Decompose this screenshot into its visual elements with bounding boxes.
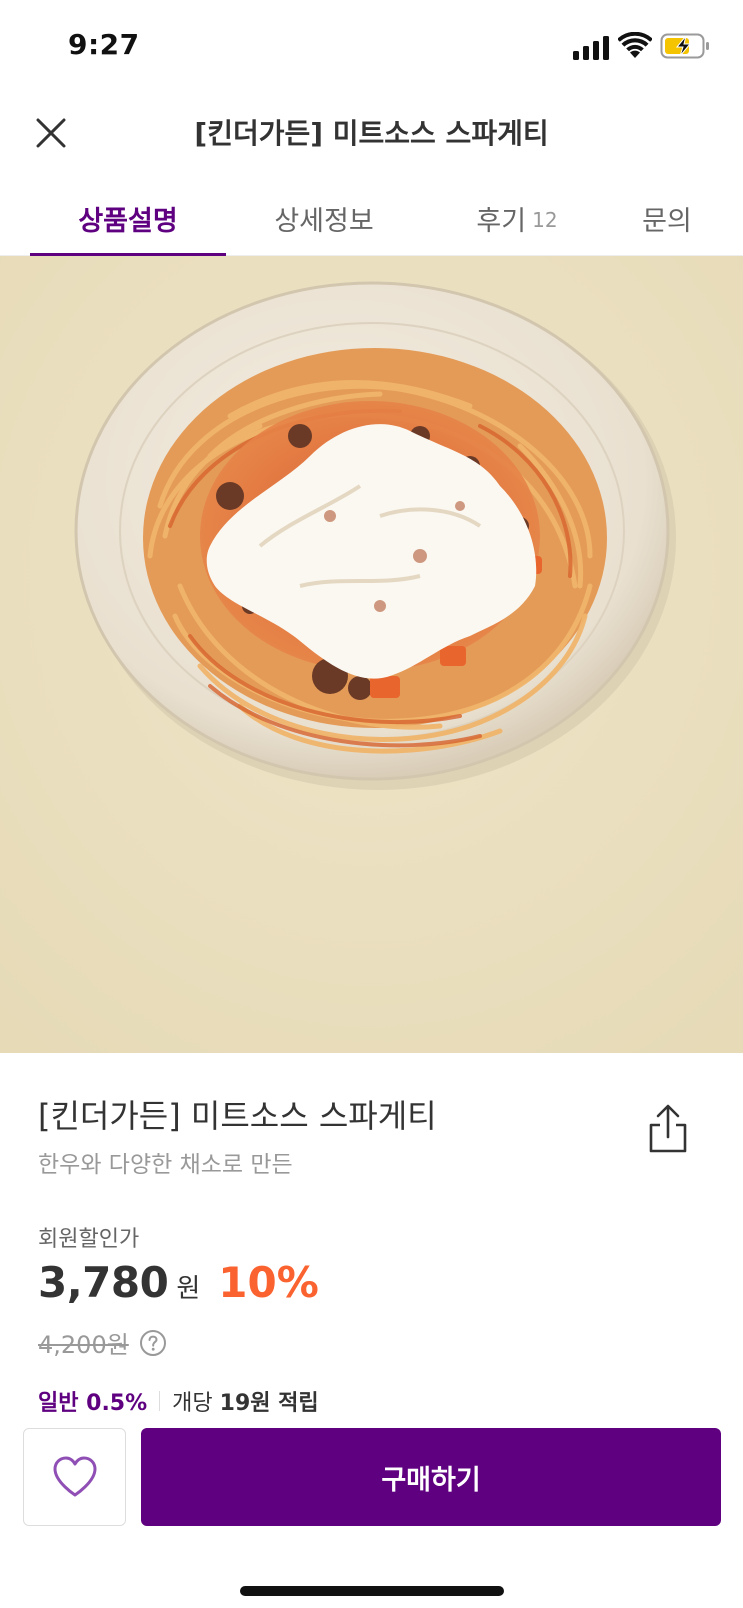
product-detail-screen: 9:27 [킨더가든] 미트소스 스파게티 상품설명 상세정보 후기 12 문의… [0,0,743,1608]
points-level: 일반 0.5% [38,1391,148,1416]
bottom-action-bar: 구매하기 [0,1428,743,1608]
points-amount: 19원 적립 [219,1391,319,1416]
price-label: 회원할인가 [38,1227,140,1252]
points-prefix: 개당 [172,1391,213,1416]
points-row: 일반 0.5% 개당 19원 적립 [38,1385,319,1417]
wishlist-button[interactable] [23,1428,126,1526]
spaghetti-plate-illustration [0,256,743,1053]
divider [159,1391,161,1411]
tab-reviews[interactable]: 후기 12 [422,180,612,256]
tab-inquiry[interactable]: 문의 [612,180,722,256]
tab-description[interactable]: 상품설명 [30,180,226,257]
purchase-button[interactable]: 구매하기 [141,1428,721,1526]
product-tabs: 상품설명 상세정보 후기 12 문의 [0,180,743,257]
tab-details[interactable]: 상세정보 [226,180,422,256]
product-name: [킨더가든] 미트소스 스파게티 [38,1097,437,1135]
battery-charging-icon [660,33,709,59]
status-time: 9:27 [68,28,140,61]
share-icon [649,1104,687,1153]
status-bar: 9:27 [0,0,743,96]
close-button[interactable] [28,110,74,156]
share-button[interactable] [644,1103,692,1155]
tab-label: 상세정보 [274,205,374,237]
discount-rate: 10% [218,1258,319,1307]
tab-label: 상품설명 [78,205,178,237]
product-description: 한우와 다양한 채소로 만든 [38,1152,293,1178]
wifi-icon [618,32,652,58]
home-indicator [240,1586,504,1596]
points-info: 개당 19원 적립 [172,1385,318,1417]
sale-price: 3,780 [38,1258,169,1307]
original-price-row: 4,200원 [38,1325,167,1360]
original-price: 4,200원 [38,1331,129,1359]
header: [킨더가든] 미트소스 스파게티 [0,96,743,172]
currency-unit: 원 [176,1274,201,1304]
review-count: 12 [532,208,558,232]
tab-label: 문의 [642,205,692,237]
product-image [0,256,743,1053]
heart-icon [53,1456,96,1497]
help-icon[interactable] [139,1329,167,1357]
page-title: [킨더가든] 미트소스 스파게티 [194,117,549,150]
close-icon [36,118,66,148]
cellular-signal-icon [573,36,609,60]
price-row: 3,780 원 10% [38,1258,319,1307]
tab-label: 후기 [476,205,527,237]
